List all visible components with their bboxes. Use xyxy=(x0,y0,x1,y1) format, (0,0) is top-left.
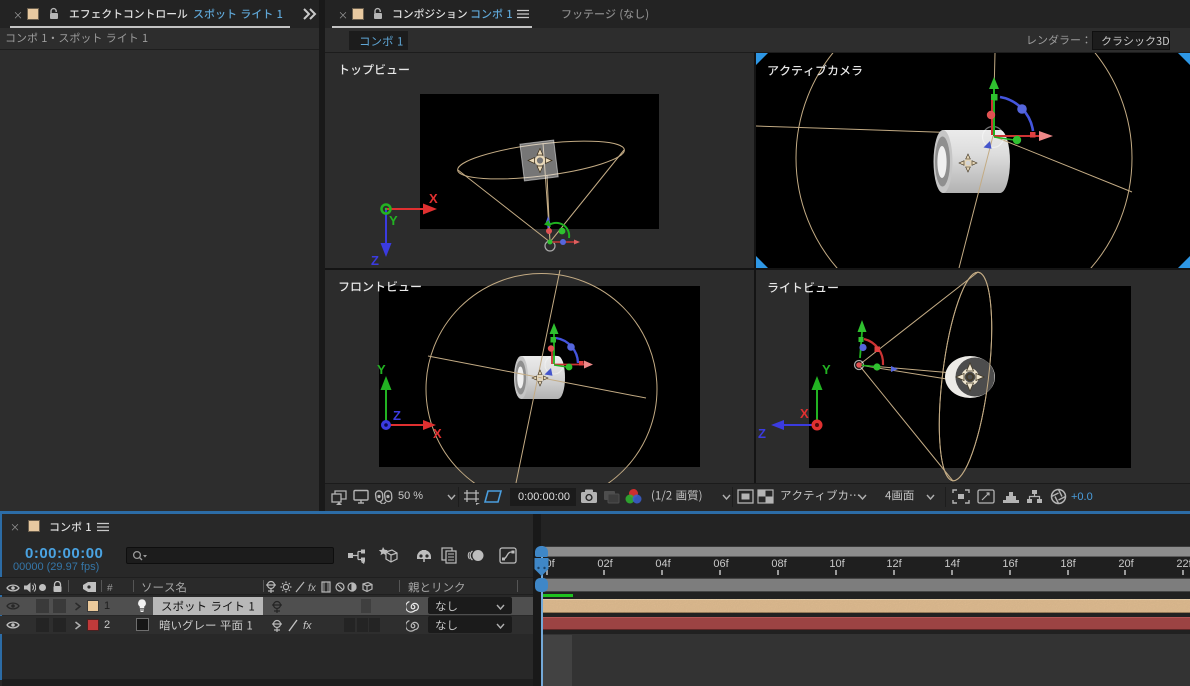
svg-text:Y: Y xyxy=(377,362,386,377)
svg-text:X: X xyxy=(800,406,809,421)
svg-text:Y: Y xyxy=(389,213,398,228)
svg-text:Z: Z xyxy=(371,253,379,268)
svg-text:X: X xyxy=(429,191,438,206)
svg-text:Z: Z xyxy=(393,408,401,423)
svg-text:Z: Z xyxy=(758,426,766,441)
svg-text:X: X xyxy=(433,426,442,441)
svg-text:Y: Y xyxy=(822,362,831,377)
svg-text:fx: fx xyxy=(308,583,317,594)
